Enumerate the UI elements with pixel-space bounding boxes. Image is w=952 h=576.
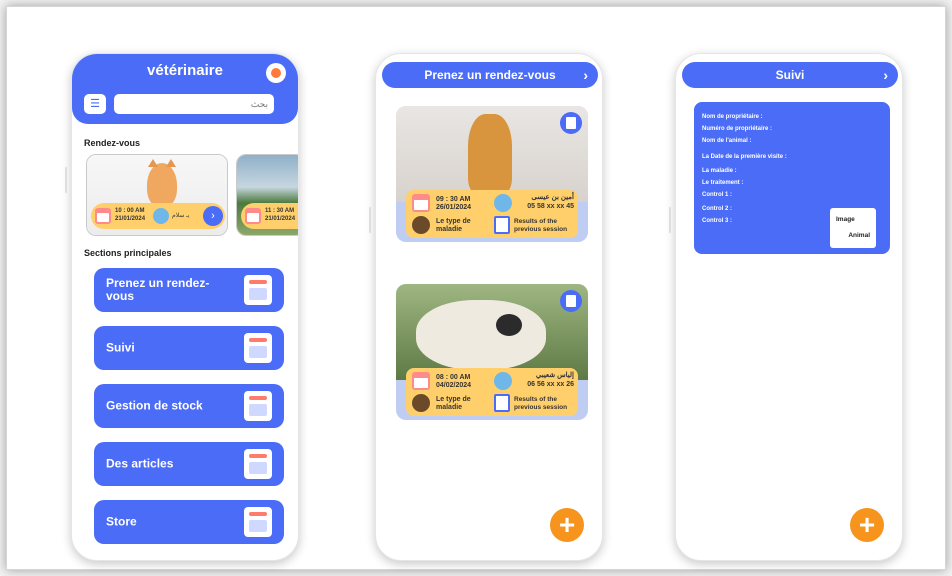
animal-icon	[412, 394, 430, 412]
section-articles-button[interactable]: Des articles	[94, 442, 284, 486]
animal-name-field: Nom de l'animal :	[702, 138, 752, 144]
sections-heading: Sections principales	[84, 248, 172, 258]
owner-info: إلياس شعيبي 06 56 xx xx 26	[527, 372, 574, 388]
follow-up-card: Nom de propriétaire : Numéro de propriét…	[694, 102, 890, 254]
medical-record-icon	[244, 333, 272, 363]
appointment-info: 08 : 00 AM 04/02/2024 إلياس شعيبي 06 56 …	[406, 368, 578, 416]
control-2-field: Control 2 :	[702, 206, 732, 212]
clipboard-icon	[494, 216, 510, 234]
owner-avatar	[153, 208, 169, 224]
previous-results-link[interactable]: Results of the previous session	[514, 218, 576, 234]
control-3-field: Control 3 :	[702, 218, 732, 224]
treatment-field: Le traitement :	[702, 180, 744, 186]
add-button[interactable]: +	[850, 508, 884, 542]
appointment-info-bar: 10 : 00 AM 21/01/2024 يـ سلام ›	[91, 203, 225, 229]
box-icon	[244, 391, 272, 421]
appointment-card[interactable]: 08 : 00 AM 04/02/2024 إلياس شعيبي 06 56 …	[396, 284, 588, 420]
section-suivi-button[interactable]: Suivi	[94, 326, 284, 370]
appointment-time: 08 : 00 AM 04/02/2024	[436, 374, 472, 389]
animal-icon	[412, 216, 430, 234]
first-visit-date-field: La Date de la première visite :	[702, 154, 787, 160]
appointment-card[interactable]: 11 : 30 AM 21/01/2024	[236, 154, 298, 236]
decor-divider	[369, 207, 371, 233]
phone-appointments-screen: Prenez un rendez-vous › 09 : 30 AM 26/01…	[375, 53, 603, 561]
appointment-card[interactable]: 09 : 30 AM 26/01/2024 أمين بن عيسى 05 58…	[396, 106, 588, 242]
chevron-right-icon[interactable]: ›	[203, 206, 223, 226]
calendar-icon	[245, 208, 261, 224]
appointments-heading: Rendez-vous	[84, 138, 141, 148]
add-button[interactable]: +	[550, 508, 584, 542]
section-store-button[interactable]: Store	[94, 500, 284, 544]
store-icon	[244, 507, 272, 537]
appointments-header: Prenez un rendez-vous ›	[382, 62, 598, 88]
appointment-time: 10 : 00 AM 21/01/2024	[115, 208, 146, 222]
owner-number-field: Numéro de propriétaire :	[702, 126, 773, 132]
previous-results-link[interactable]: Results of the previous session	[514, 396, 576, 412]
section-stock-button[interactable]: Gestion de stock	[94, 384, 284, 428]
app-title: vétérinaire	[147, 62, 223, 79]
calendar-icon	[244, 275, 272, 305]
disease-type-label: Le type de maladie	[436, 396, 471, 411]
owner-avatar	[494, 194, 512, 212]
notification-icon[interactable]	[266, 63, 286, 83]
calendar-icon	[95, 208, 111, 224]
owner-info: أمين بن عيسى 05 58 xx xx 45	[527, 194, 574, 210]
appointment-info: 09 : 30 AM 26/01/2024 أمين بن عيسى 05 58…	[406, 190, 578, 238]
phone-suivi-screen: Suivi › Nom de propriétaire : Numéro de …	[675, 53, 903, 561]
suivi-header: Suivi ›	[682, 62, 898, 88]
calendar-icon	[412, 194, 430, 212]
search-input[interactable]	[114, 94, 274, 114]
article-icon	[244, 449, 272, 479]
screen-title: Prenez un rendez-vous	[424, 68, 556, 82]
home-header: vétérinaire ☰	[72, 54, 298, 124]
appointment-card[interactable]: 10 : 00 AM 21/01/2024 يـ سلام ›	[86, 154, 228, 236]
chevron-right-icon[interactable]: ›	[883, 62, 888, 88]
calendar-icon	[412, 372, 430, 390]
chevron-right-icon[interactable]: ›	[583, 62, 588, 88]
owner-name: يـ سلام	[172, 213, 190, 219]
phone-home-screen: vétérinaire ☰ Rendez-vous 10 : 00 AM 21/…	[71, 53, 299, 561]
appointment-time: 09 : 30 AM 26/01/2024	[436, 196, 472, 211]
appointment-time: 11 : 30 AM 21/01/2024	[265, 208, 296, 222]
screen-title: Suivi	[775, 68, 805, 82]
decor-divider	[65, 167, 67, 193]
section-appointment-button[interactable]: Prenez un rendez-vous	[94, 268, 284, 312]
disease-type-label: Le type de maladie	[436, 218, 471, 233]
owner-avatar	[494, 372, 512, 390]
filter-icon[interactable]: ☰	[84, 94, 106, 114]
showcase-frame: vétérinaire ☰ Rendez-vous 10 : 00 AM 21/…	[6, 6, 946, 570]
owner-name-field: Nom de propriétaire :	[702, 114, 763, 120]
appointment-info-bar: 11 : 30 AM 21/01/2024	[241, 203, 298, 229]
animal-image-placeholder[interactable]: Image Animal	[830, 208, 876, 248]
decor-divider	[669, 207, 671, 233]
clipboard-icon	[494, 394, 510, 412]
disease-field: La maladie :	[702, 168, 737, 174]
document-icon[interactable]	[560, 112, 582, 134]
control-1-field: Control 1 :	[702, 192, 732, 198]
document-icon[interactable]	[560, 290, 582, 312]
